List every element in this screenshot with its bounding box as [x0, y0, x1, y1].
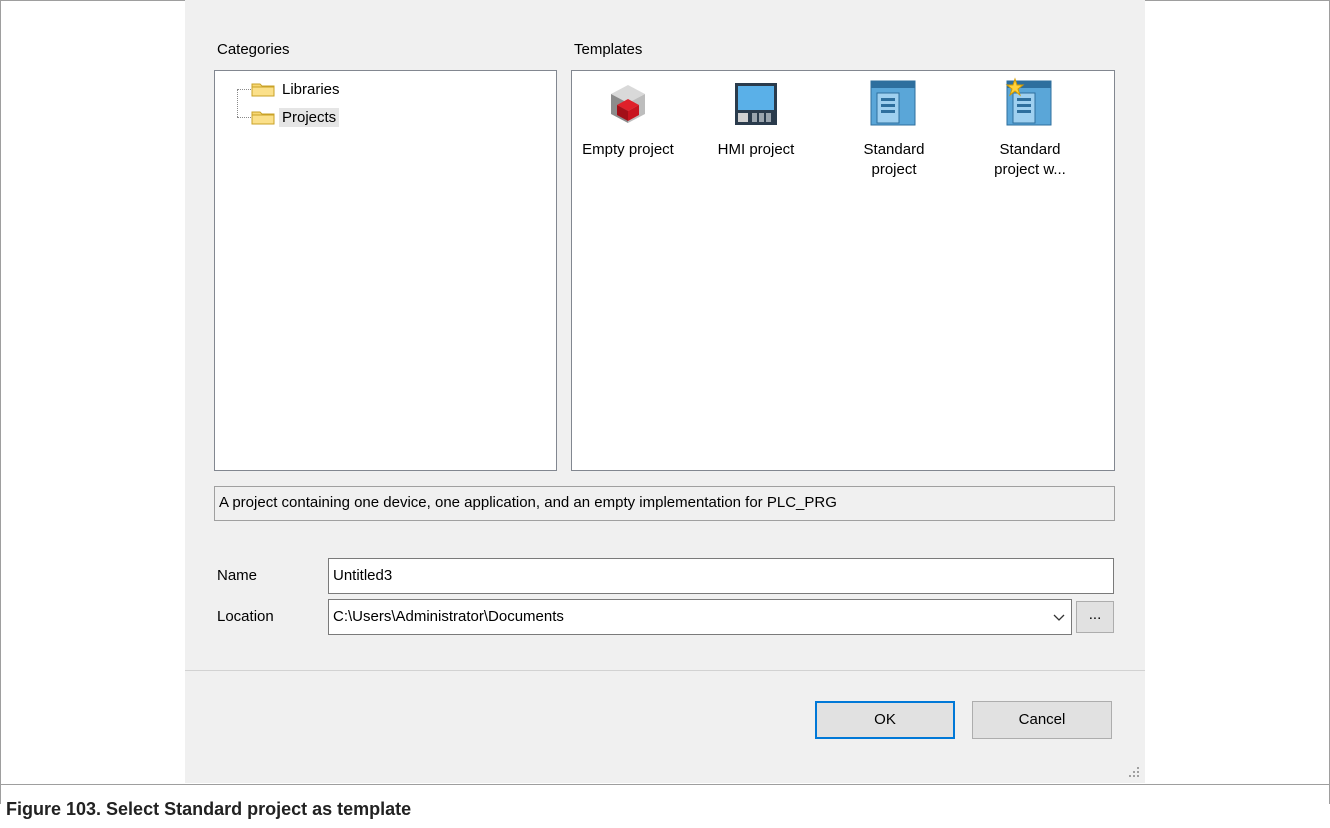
cancel-button[interactable]: Cancel: [972, 701, 1112, 739]
location-value: C:\Users\Administrator\Documents: [333, 608, 564, 625]
browse-button[interactable]: ...: [1076, 601, 1114, 633]
resize-grip-icon[interactable]: [1129, 767, 1139, 777]
template-label: Standard project: [863, 141, 925, 178]
new-project-dialog: Categories Templates Libraries Projects: [185, 0, 1145, 783]
tree-item-projects[interactable]: Projects: [251, 106, 340, 128]
tree-item-libraries[interactable]: Libraries: [251, 78, 343, 100]
template-hmi-project[interactable]: HMI project: [696, 77, 816, 161]
template-description: A project containing one device, one app…: [214, 486, 1115, 521]
empty-project-icon: [611, 85, 645, 123]
template-label: Standard project w...: [994, 141, 1066, 178]
template-empty-project[interactable]: Empty project: [568, 77, 688, 161]
template-label: HMI project: [717, 141, 795, 158]
name-input[interactable]: Untitled3: [328, 558, 1114, 594]
template-standard-project-wizard[interactable]: Standard project w...: [970, 77, 1090, 181]
location-label: Location: [217, 608, 274, 625]
standard-project-icon: [870, 80, 916, 126]
chevron-down-icon[interactable]: [1051, 610, 1067, 626]
location-combobox[interactable]: C:\Users\Administrator\Documents: [328, 599, 1072, 635]
folder-icon: [251, 83, 275, 97]
caption-text: Figure 103. Select Standard project as t…: [6, 799, 412, 819]
ok-button[interactable]: OK: [815, 701, 955, 739]
templates-list[interactable]: Empty project HMI project Standard proje…: [571, 70, 1115, 471]
templates-label: Templates: [574, 41, 643, 58]
tree-item-label: Libraries: [282, 80, 340, 98]
categories-tree[interactable]: Libraries Projects: [214, 70, 557, 471]
dialog-footer: OK Cancel: [185, 671, 1145, 783]
template-label: Empty project: [582, 141, 674, 158]
name-label: Name: [217, 567, 258, 584]
folder-icon: [251, 111, 275, 125]
tree-item-label: Projects: [279, 107, 340, 127]
hmi-project-icon: [735, 83, 777, 125]
figure-caption: Figure 103. Select Standard project as t…: [0, 784, 1330, 828]
categories-label: Categories: [217, 41, 290, 58]
standard-project-wizard-icon: [1005, 77, 1052, 126]
template-standard-project[interactable]: Standard project: [834, 77, 954, 181]
